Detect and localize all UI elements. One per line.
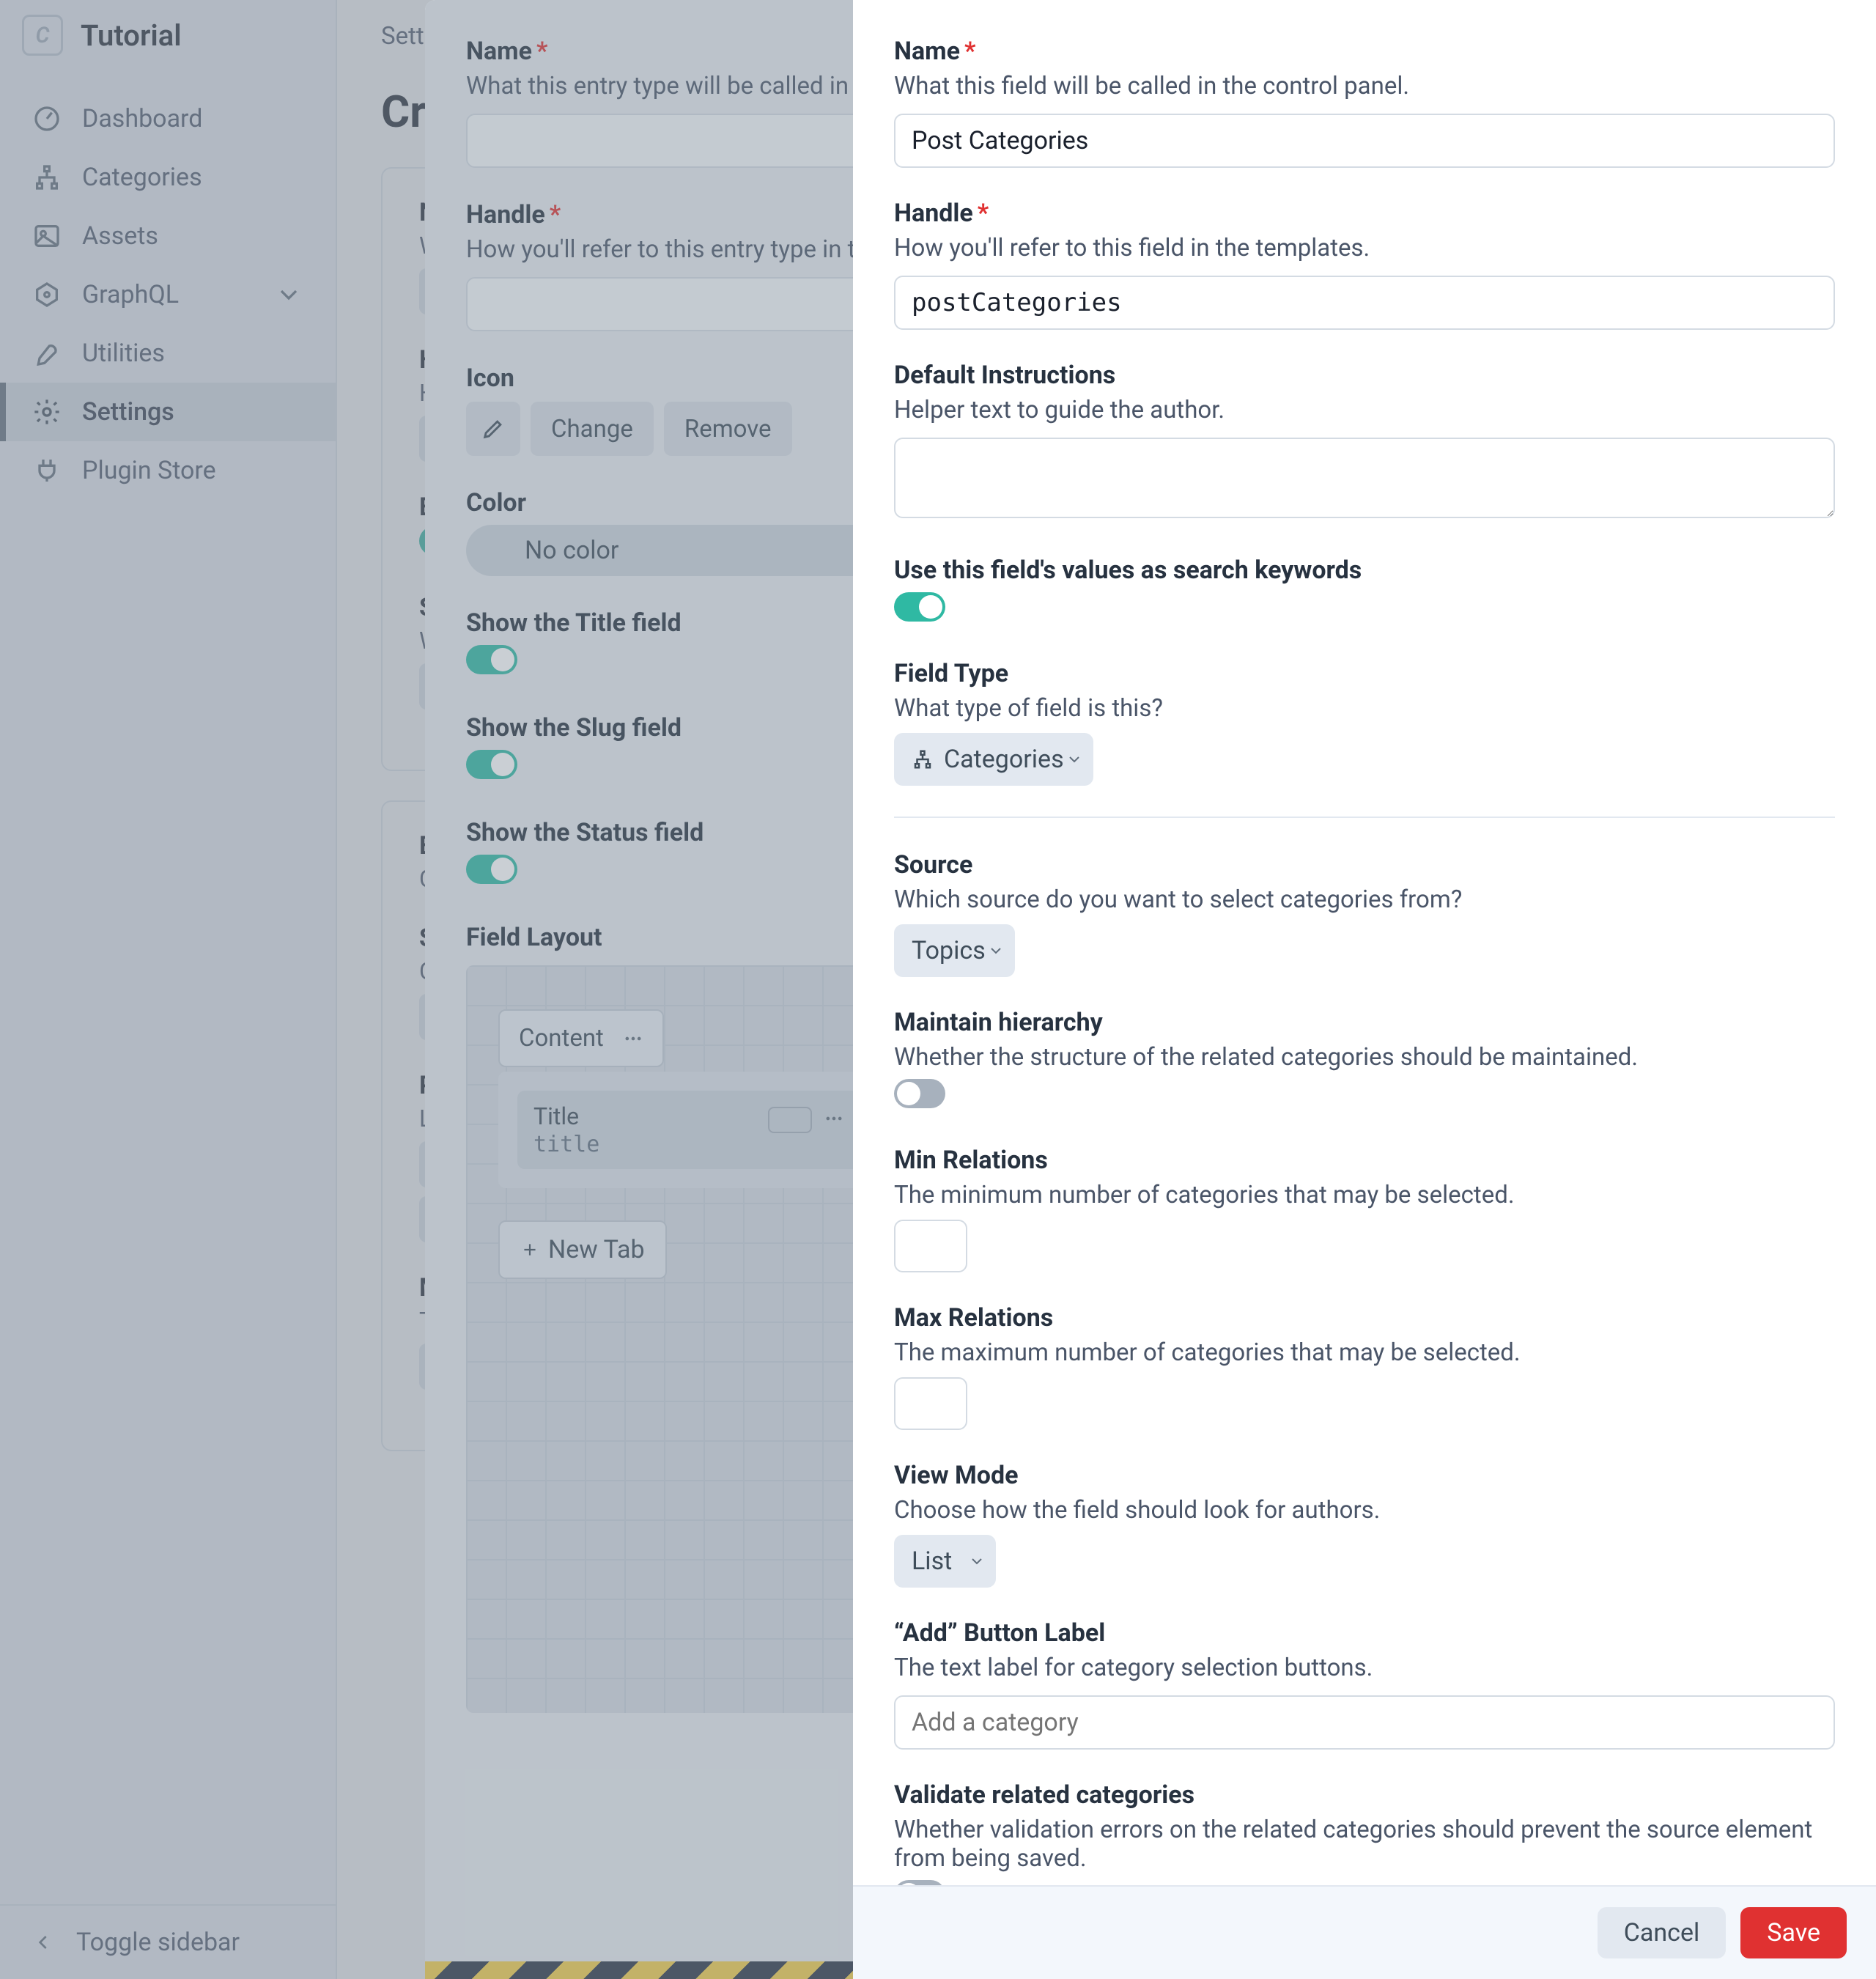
field-type-help: What type of field is this?	[894, 694, 1835, 723]
instructions-input[interactable]	[894, 438, 1835, 518]
add-button-input[interactable]	[894, 1695, 1835, 1750]
more-icon[interactable]	[623, 1028, 643, 1049]
validate-related-help: Whether validation errors on the related…	[894, 1816, 1835, 1873]
fl-field-title[interactable]: Title title	[517, 1091, 860, 1169]
field-type-select[interactable]: Categories	[894, 733, 1093, 786]
view-mode-help: Choose how the field should look for aut…	[894, 1496, 1835, 1525]
max-relations-input[interactable]	[894, 1377, 967, 1430]
icon-preview[interactable]	[466, 402, 520, 456]
chevron-down-icon	[968, 1552, 986, 1570]
new-tab-button[interactable]: New Tab	[498, 1220, 667, 1279]
max-relations-label: Max Relations	[894, 1303, 1835, 1333]
maintain-hierarchy-help: Whether the structure of the related cat…	[894, 1043, 1835, 1072]
add-button-label: “Add” Button Label	[894, 1618, 1835, 1648]
field-name-label: Name	[894, 37, 960, 66]
field-settings-slideout: Name* What this field will be called in …	[853, 0, 1876, 1979]
show-slug-toggle[interactable]	[466, 750, 517, 779]
maintain-hierarchy-label: Maintain hierarchy	[894, 1008, 1835, 1037]
cancel-button[interactable]: Cancel	[1598, 1907, 1727, 1958]
view-mode-select[interactable]: List	[894, 1535, 996, 1588]
show-status-toggle[interactable]	[466, 855, 517, 884]
field-type-label: Field Type	[894, 659, 1835, 688]
min-relations-input[interactable]	[894, 1220, 967, 1272]
icon-remove-button[interactable]: Remove	[664, 402, 792, 456]
save-button[interactable]: Save	[1740, 1907, 1847, 1958]
source-label: Source	[894, 850, 1835, 880]
search-keywords-label: Use this field's values as search keywor…	[894, 556, 1835, 585]
sitemap-icon	[912, 748, 934, 770]
maintain-hierarchy-toggle[interactable]	[894, 1079, 945, 1108]
field-handle-label: Handle	[894, 199, 973, 228]
plus-icon	[520, 1240, 539, 1259]
add-button-help: The text label for category selection bu…	[894, 1654, 1835, 1682]
slideout-footer: Cancel Save	[853, 1885, 1876, 1979]
chevron-down-icon	[987, 942, 1005, 959]
validate-related-toggle[interactable]	[894, 1880, 945, 1885]
source-select[interactable]: Topics	[894, 924, 1015, 977]
min-relations-help: The minimum number of categories that ma…	[894, 1181, 1835, 1209]
entrytype-name-label: Name	[466, 37, 532, 66]
instructions-help: Helper text to guide the author.	[894, 396, 1835, 424]
search-keywords-toggle[interactable]	[894, 592, 945, 622]
field-type-badge	[768, 1107, 812, 1133]
source-help: Which source do you want to select categ…	[894, 885, 1835, 914]
chevron-down-icon	[1066, 751, 1083, 768]
entrytype-handle-label: Handle	[466, 200, 545, 229]
pencil-icon	[481, 416, 506, 441]
show-title-toggle[interactable]	[466, 645, 517, 674]
fl-tab-body: Title title	[498, 1072, 879, 1188]
instructions-label: Default Instructions	[894, 361, 1835, 390]
field-handle-input[interactable]	[894, 276, 1835, 330]
field-name-help: What this field will be called in the co…	[894, 72, 1835, 100]
validate-related-label: Validate related categories	[894, 1780, 1835, 1810]
field-name-input[interactable]	[894, 114, 1835, 168]
min-relations-label: Min Relations	[894, 1146, 1835, 1175]
fl-tab-header[interactable]: Content	[498, 1009, 664, 1067]
view-mode-label: View Mode	[894, 1461, 1835, 1490]
icon-change-button[interactable]: Change	[531, 402, 654, 456]
field-handle-help: How you'll refer to this field in the te…	[894, 234, 1835, 262]
more-icon[interactable]	[824, 1108, 844, 1129]
max-relations-help: The maximum number of categories that ma…	[894, 1338, 1835, 1367]
